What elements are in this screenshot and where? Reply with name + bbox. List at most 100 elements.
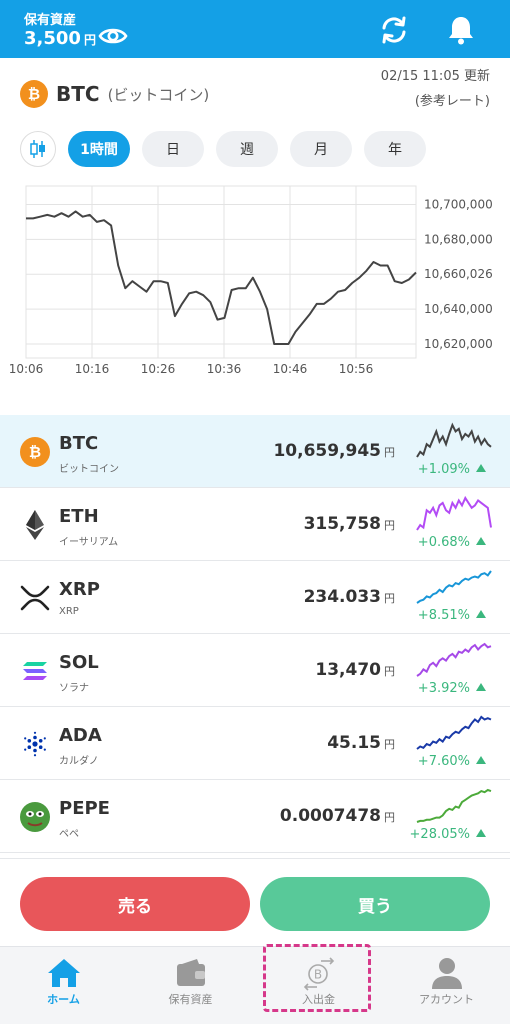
nav-home-label: ホーム xyxy=(47,993,80,1006)
price-chart[interactable]: 10,700,000 10,680,000 10,660,026 10,640,000… xyxy=(0,180,510,380)
y-tick-label: 10,700,000 xyxy=(424,197,493,211)
coin-name: XRP xyxy=(59,606,79,617)
coin-row-eth[interactable]: ETH イーサリアム 315,758 円 +0.68% xyxy=(0,488,510,561)
coin-price-value: 0.0007478 xyxy=(279,806,381,826)
nav-account[interactable]: アカウント xyxy=(383,947,510,1024)
nav-home[interactable]: ホーム xyxy=(0,947,127,1024)
tab-1hour[interactable]: 1時間 xyxy=(68,131,130,167)
tab-week[interactable]: 週 xyxy=(216,131,278,167)
eye-icon[interactable] xyxy=(98,24,128,48)
tab-month[interactable]: 月 xyxy=(290,131,352,167)
coin-price-unit: 円 xyxy=(384,446,395,459)
y-tick-label: 10,620,000 xyxy=(424,337,493,351)
x-tick-label: 10:16 xyxy=(75,362,110,376)
candlestick-toggle-button[interactable] xyxy=(20,131,56,167)
coin-row-pepe[interactable]: PEPE ペペ 0.0007478 円 +28.05% xyxy=(0,780,510,853)
up-arrow-icon xyxy=(476,610,486,618)
coin-symbol: SOL xyxy=(59,652,99,673)
app-header: 保有資産 3,500 円 xyxy=(0,0,510,58)
coin-price-unit: 円 xyxy=(384,811,395,824)
tab-year[interactable]: 年 xyxy=(364,131,426,167)
coin-row-ada[interactable]: ADA カルダノ 45.15 円 +7.60% xyxy=(0,707,510,780)
coin-symbol: XRP xyxy=(59,579,100,600)
coin-price-value: 13,470 xyxy=(315,660,381,680)
coin-change: +0.68% xyxy=(418,535,486,550)
coin-price: 315,758 円 xyxy=(304,514,395,534)
sparkline xyxy=(416,570,492,604)
trade-actions: 売る 買う xyxy=(0,858,510,946)
sparkline-path xyxy=(416,788,492,823)
coin-price-unit: 円 xyxy=(384,665,395,678)
coin-symbol: BTC xyxy=(59,433,99,454)
wallet-icon xyxy=(177,959,205,986)
coin-change-value: +8.51% xyxy=(417,608,470,623)
coin-price: 13,470 円 xyxy=(315,660,395,680)
up-arrow-icon xyxy=(476,464,486,472)
y-tick-label: 10,660,026 xyxy=(424,267,493,281)
coin-change: +1.09% xyxy=(418,462,486,477)
coin-name: イーサリアム xyxy=(59,537,119,548)
account-icon xyxy=(432,958,462,989)
solana-icon xyxy=(20,656,50,686)
home-icon xyxy=(48,959,80,987)
coin-change-value: +0.68% xyxy=(417,535,470,550)
holdings-amount: 3,500 円 xyxy=(24,28,96,49)
sparkline-path xyxy=(416,642,492,677)
coin-name: ビットコイン xyxy=(59,464,119,475)
coin-price: 45.15 円 xyxy=(327,733,395,753)
coin-price-value: 315,758 xyxy=(303,514,381,534)
price-line xyxy=(26,210,417,345)
refresh-icon[interactable] xyxy=(378,14,410,46)
coin-row-btc[interactable]: ₿ BTC ビットコイン 10,659,945 円 +1.09% xyxy=(0,415,510,488)
coin-change-value: +1.09% xyxy=(417,462,470,477)
coin-price: 0.0007478 円 xyxy=(280,806,395,826)
coin-row-sol[interactable]: SOL ソラナ 13,470 円 +3.92% xyxy=(0,634,510,707)
coin-name: ソラナ xyxy=(59,683,89,694)
sell-button[interactable]: 売る xyxy=(20,877,250,931)
holdings-label: 保有資産 xyxy=(24,13,77,28)
sparkline xyxy=(416,715,492,750)
xrp-icon xyxy=(20,583,50,613)
update-info: 02/15 11:05 更新 (参考レート) xyxy=(381,64,490,114)
highlight-box xyxy=(263,944,371,1012)
nav-holdings[interactable]: 保有資産 xyxy=(127,947,254,1024)
sparkline-path xyxy=(416,495,492,531)
sparkline xyxy=(416,642,492,677)
coin-price-unit: 円 xyxy=(384,592,395,605)
coin-list: ₿ BTC ビットコイン 10,659,945 円 +1.09% ETH イーサリ… xyxy=(0,415,510,853)
y-tick-label: 10,680,000 xyxy=(424,232,493,246)
rate-note: (参考レート) xyxy=(414,94,490,109)
coin-symbol: ADA xyxy=(59,725,102,746)
sparkline-path xyxy=(416,715,492,750)
coin-change-value: +3.92% xyxy=(417,681,470,696)
coin-change: +8.51% xyxy=(418,608,486,623)
x-tick-label: 10:46 xyxy=(273,362,308,376)
bell-icon[interactable] xyxy=(444,13,478,47)
coin-price-value: 234.033 xyxy=(303,587,381,607)
update-time: 02/15 11:05 更新 xyxy=(380,69,490,84)
ethereum-icon xyxy=(20,510,50,540)
coin-price-unit: 円 xyxy=(384,519,395,532)
coin-change: +28.05% xyxy=(410,827,486,842)
coin-symbol: BTC xyxy=(56,82,100,106)
sparkline xyxy=(416,495,492,531)
up-arrow-icon xyxy=(476,683,486,691)
pepe-icon xyxy=(20,802,50,832)
coin-row-xrp[interactable]: XRP XRP 234.033 円 +8.51% xyxy=(0,561,510,634)
cardano-icon xyxy=(20,729,50,759)
coin-change-value: +7.60% xyxy=(417,754,470,769)
x-tick-label: 10:06 xyxy=(9,362,44,376)
sparkline xyxy=(416,788,492,823)
chart-frame xyxy=(25,185,417,359)
coin-change-value: +28.05% xyxy=(409,827,470,842)
x-tick-label: 10:36 xyxy=(207,362,242,376)
up-arrow-icon xyxy=(476,829,486,837)
nav-account-label: アカウント xyxy=(419,993,474,1006)
x-tick-label: 10:56 xyxy=(339,362,374,376)
buy-button[interactable]: 買う xyxy=(260,877,490,931)
up-arrow-icon xyxy=(476,537,486,545)
tab-day[interactable]: 日 xyxy=(142,131,204,167)
coin-price: 10,659,945 円 xyxy=(273,441,395,461)
coin-symbol: PEPE xyxy=(59,798,110,819)
period-tabs: 1時間 日 週 月 年 xyxy=(20,131,438,167)
